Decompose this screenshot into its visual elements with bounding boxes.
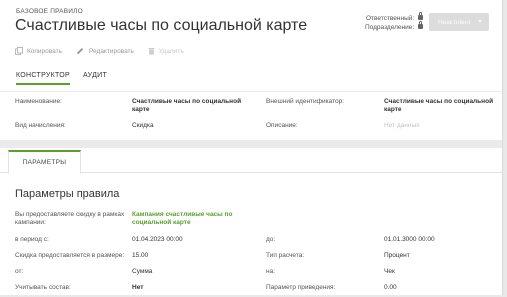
tab-audit[interactable]: АУДИТ xyxy=(83,72,107,85)
rule-type-label: БАЗОВОЕ ПРАВИЛО xyxy=(16,8,83,15)
campaign-link[interactable]: Кампания счастливые часы по социальной к… xyxy=(132,211,250,227)
parameters-title: Параметры правила xyxy=(15,188,120,200)
page-title: Счастливые часы по социальной карте xyxy=(15,17,308,34)
period-from-value: 01.04.2023 00:00 xyxy=(132,236,183,243)
external-id-value: Счастливые часы по социальной карте xyxy=(384,98,494,113)
on-value: Чек xyxy=(384,268,395,275)
parameters-panel: ПАРАМЕТРЫ Параметры правила Вы предостав… xyxy=(0,148,502,295)
campaign-label: Вы предоставляете скидку в рамках кампан… xyxy=(15,211,125,226)
delete-button-label: Удалить xyxy=(158,47,184,55)
section-divider xyxy=(0,140,502,148)
period-to-value: 01.01.3000 00:00 xyxy=(384,236,435,243)
rule-header: БАЗОВОЕ ПРАВИЛО Счастливые часы по социа… xyxy=(0,0,502,95)
tab-constructor[interactable]: КОНСТРУКТОР xyxy=(16,72,71,85)
pencil-icon xyxy=(77,48,84,54)
period-to-label: до: xyxy=(266,236,276,243)
tab-parameters[interactable]: ПАРАМЕТРЫ xyxy=(8,150,81,174)
calc-type-label: Тип расчета: xyxy=(266,252,305,259)
discount-value: 15.00 xyxy=(132,252,149,259)
parameters-tab-bar: ПАРАМЕТРЫ xyxy=(0,148,502,174)
composition-label: Учитывать состав: xyxy=(15,284,71,291)
responsible-label: Ответственный: xyxy=(365,15,415,22)
composition-value: Нет xyxy=(132,284,144,291)
status-dropdown-button[interactable]: Неактивно xyxy=(429,13,489,31)
chevron-down-icon xyxy=(478,20,482,23)
description-value: Нет данных xyxy=(384,122,420,129)
accrual-label: Вид начисления: xyxy=(15,122,66,129)
calc-type-value: Процент xyxy=(384,252,410,259)
from-label: от: xyxy=(15,268,24,275)
division-row: Подразделение: xyxy=(365,21,423,32)
status-label: Неактивно xyxy=(438,18,471,26)
name-value: Счастливые часы по социальной карте xyxy=(132,98,242,113)
period-from-label: в период с: xyxy=(15,236,49,243)
copy-button-label: Копировать xyxy=(27,47,62,55)
rule-tabs: КОНСТРУКТОР АУДИТ xyxy=(16,72,107,85)
name-label: Наименование: xyxy=(15,98,62,105)
discount-label: Скидка предоставляется в размере: xyxy=(15,252,125,259)
division-label: Подразделение: xyxy=(365,24,415,31)
responsible-row: Ответственный: xyxy=(365,12,423,23)
accrual-value: Скидка xyxy=(132,122,154,129)
description-label: Описание: xyxy=(266,122,298,129)
delete-button[interactable]: Удалить xyxy=(148,47,184,55)
copy-icon xyxy=(15,47,23,55)
external-id-label: Внешний идентификатор: xyxy=(266,98,345,105)
edit-button[interactable]: Редактировать xyxy=(76,47,134,55)
on-label: на: xyxy=(266,268,276,275)
cast-param-value: 0.00 xyxy=(384,284,397,291)
lock-icon xyxy=(418,21,423,29)
lock-icon xyxy=(418,12,423,20)
action-toolbar: Копировать Редактировать Удалить xyxy=(15,47,184,55)
copy-button[interactable]: Копировать xyxy=(15,47,62,55)
trash-icon xyxy=(148,48,155,55)
rule-page: БАЗОВОЕ ПРАВИЛО Счастливые часы по социа… xyxy=(0,0,503,295)
edit-button-label: Редактировать xyxy=(89,47,134,55)
cast-param-label: Параметр приведения: xyxy=(266,284,336,291)
rule-meta: Ответственный: Подразделение: xyxy=(365,12,423,32)
rule-info: Наименование: Счастливые часы по социаль… xyxy=(0,91,502,139)
from-value: Сумма xyxy=(132,268,153,275)
